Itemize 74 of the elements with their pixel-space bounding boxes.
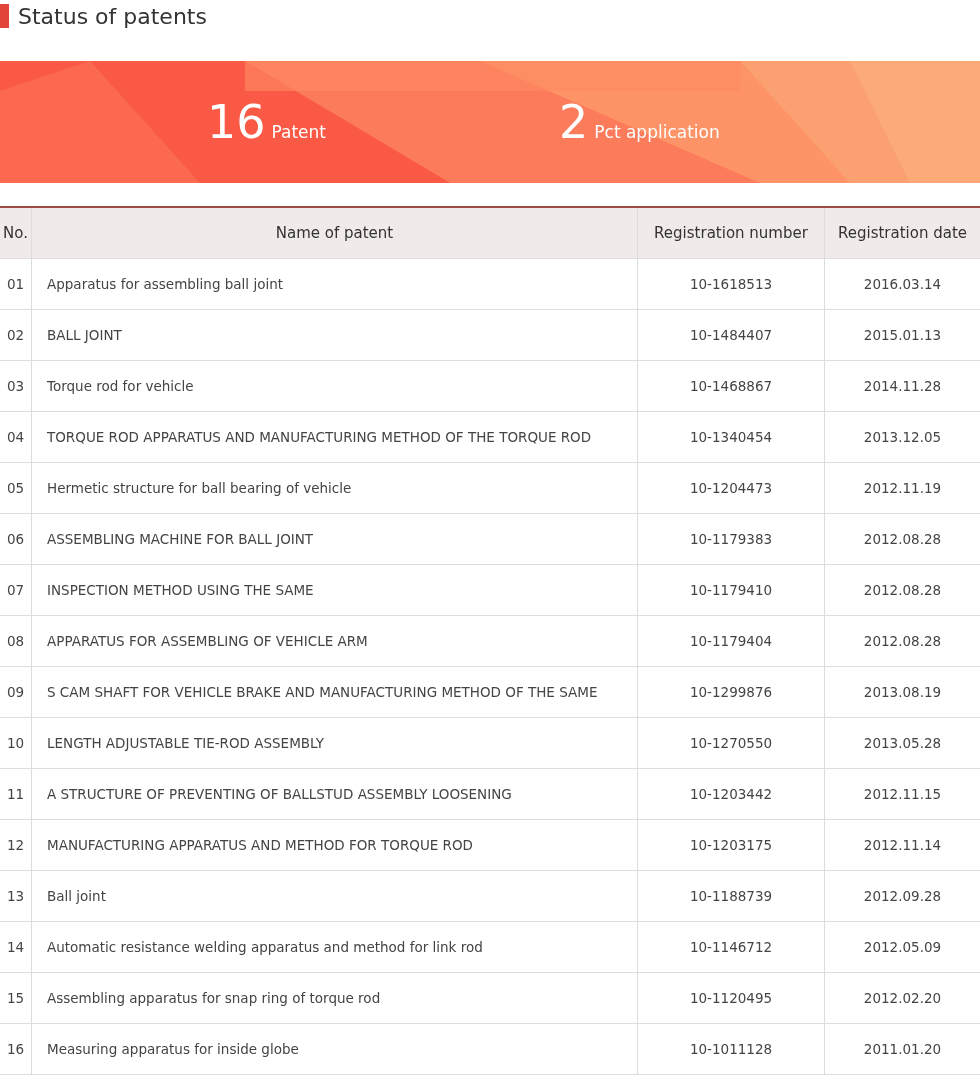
table-cell: 01 bbox=[0, 258, 32, 310]
table-cell: 12 bbox=[0, 819, 32, 871]
table-cell: 15 bbox=[0, 972, 32, 1024]
table-cell: 2012.09.28 bbox=[824, 870, 980, 922]
table-cell: INSPECTION METHOD USING THE SAME bbox=[31, 564, 638, 616]
table-cell: 14 bbox=[0, 921, 32, 973]
stat-label: Patent bbox=[271, 122, 327, 142]
table-cell: 2013.05.28 bbox=[824, 717, 980, 769]
table-cell: 10-1484407 bbox=[637, 309, 825, 361]
table-cell: 05 bbox=[0, 462, 32, 514]
table-cell: 04 bbox=[0, 411, 32, 463]
table-cell: TORQUE ROD APPARATUS AND MANUFACTURING METHOD OF THE TORQUE ROD bbox=[31, 411, 638, 463]
column-header: No. bbox=[0, 207, 32, 259]
table-cell: 2012.11.15 bbox=[824, 768, 980, 820]
table-cell: 02 bbox=[0, 309, 32, 361]
table-cell: Hermetic structure for ball bearing of vehicle bbox=[31, 462, 638, 514]
table-cell: MANUFACTURING APPARATUS AND METHOD FOR TORQUE ROD bbox=[31, 819, 638, 871]
column-header: Registration number bbox=[637, 207, 825, 259]
table-cell: 2015.01.13 bbox=[824, 309, 980, 361]
table-cell: 2012.08.28 bbox=[824, 615, 980, 667]
table-cell: 10-1468867 bbox=[637, 360, 825, 412]
table-cell: 2011.01.20 bbox=[824, 1023, 980, 1075]
table-cell: 03 bbox=[0, 360, 32, 412]
column-header: Name of patent bbox=[31, 207, 638, 259]
table-cell: 08 bbox=[0, 615, 32, 667]
table-cell: 10-1270550 bbox=[637, 717, 825, 769]
table-cell: 07 bbox=[0, 564, 32, 616]
table-cell: 2013.12.05 bbox=[824, 411, 980, 463]
table-cell: ASSEMBLING MACHINE FOR BALL JOINT bbox=[31, 513, 638, 565]
table-cell: 2012.02.20 bbox=[824, 972, 980, 1024]
table-cell: 10-1188739 bbox=[637, 870, 825, 922]
table-cell: Measuring apparatus for inside globe bbox=[31, 1023, 638, 1075]
table-cell: 11 bbox=[0, 768, 32, 820]
table-cell: 13 bbox=[0, 870, 32, 922]
table-cell: 2012.11.14 bbox=[824, 819, 980, 871]
column-header: Registration date bbox=[824, 207, 980, 259]
table-cell: Apparatus for assembling ball joint bbox=[31, 258, 638, 310]
table-cell: 10-1203175 bbox=[637, 819, 825, 871]
table-cell: A STRUCTURE OF PREVENTING OF BALLSTUD ASSEMBLY LOOSENING bbox=[31, 768, 638, 820]
table-cell: 10-1204473 bbox=[637, 462, 825, 514]
stat-value: 2 bbox=[559, 95, 589, 149]
table-cell: APPARATUS FOR ASSEMBLING OF VEHICLE ARM bbox=[31, 615, 638, 667]
table-cell: 10-1120495 bbox=[637, 972, 825, 1024]
table-cell: 10-1179383 bbox=[637, 513, 825, 565]
table-cell: Assembling apparatus for snap ring of torque rod bbox=[31, 972, 638, 1024]
table-cell: 10 bbox=[0, 717, 32, 769]
table-cell: 10-1340454 bbox=[637, 411, 825, 463]
table-cell: 2016.03.14 bbox=[824, 258, 980, 310]
table-cell: 09 bbox=[0, 666, 32, 718]
table-cell: 10-1618513 bbox=[637, 258, 825, 310]
table-cell: 2012.11.19 bbox=[824, 462, 980, 514]
table-cell: 2013.08.19 bbox=[824, 666, 980, 718]
table-cell: 06 bbox=[0, 513, 32, 565]
table-cell: 10-1011128 bbox=[637, 1023, 825, 1075]
table-cell: 2012.05.09 bbox=[824, 921, 980, 973]
table-cell: 2012.08.28 bbox=[824, 513, 980, 565]
table-cell: 2012.08.28 bbox=[824, 564, 980, 616]
table-cell: S CAM SHAFT FOR VEHICLE BRAKE AND MANUFACTURING METHOD OF THE SAME bbox=[31, 666, 638, 718]
table-cell: BALL JOINT bbox=[31, 309, 638, 361]
table-cell: Torque rod for vehicle bbox=[31, 360, 638, 412]
table-cell: LENGTH ADJUSTABLE TIE-ROD ASSEMBLY bbox=[31, 717, 638, 769]
table-cell: 10-1179404 bbox=[637, 615, 825, 667]
table-cell: Automatic resistance welding apparatus and method for link rod bbox=[31, 921, 638, 973]
stat-value: 16 bbox=[207, 95, 266, 149]
title-marker bbox=[0, 4, 9, 28]
table-cell: 10-1299876 bbox=[637, 666, 825, 718]
table-cell: 10-1146712 bbox=[637, 921, 825, 973]
table-cell: 16 bbox=[0, 1023, 32, 1075]
table-cell: 2014.11.28 bbox=[824, 360, 980, 412]
table-cell: Ball joint bbox=[31, 870, 638, 922]
page-title: Status of patents bbox=[18, 3, 207, 29]
table-cell: 10-1179410 bbox=[637, 564, 825, 616]
stat-label: Pct application bbox=[594, 122, 720, 142]
table-cell: 10-1203442 bbox=[637, 768, 825, 820]
